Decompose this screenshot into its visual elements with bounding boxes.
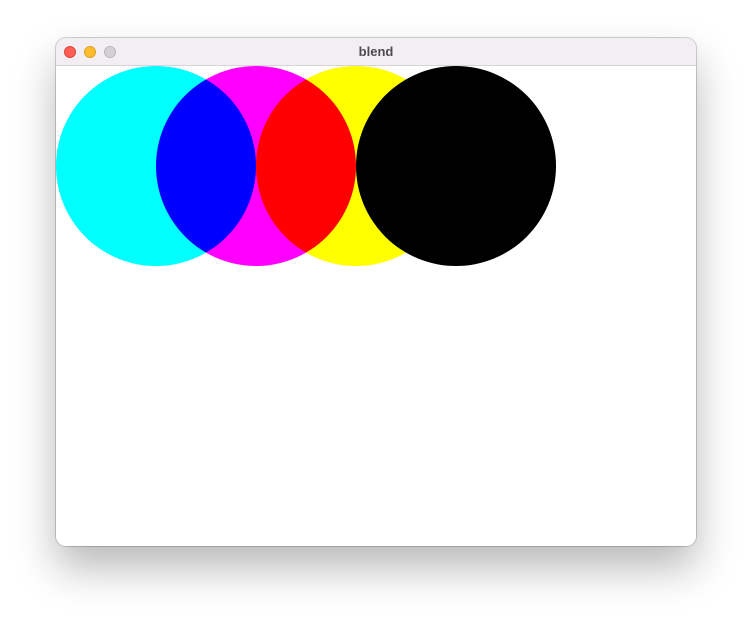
black-circle xyxy=(356,66,556,266)
window-title: blend xyxy=(358,44,394,59)
title-bar[interactable]: blend xyxy=(56,38,696,66)
window-content xyxy=(56,66,696,546)
blend-window: blend xyxy=(56,38,696,546)
blend-canvas xyxy=(56,66,696,546)
